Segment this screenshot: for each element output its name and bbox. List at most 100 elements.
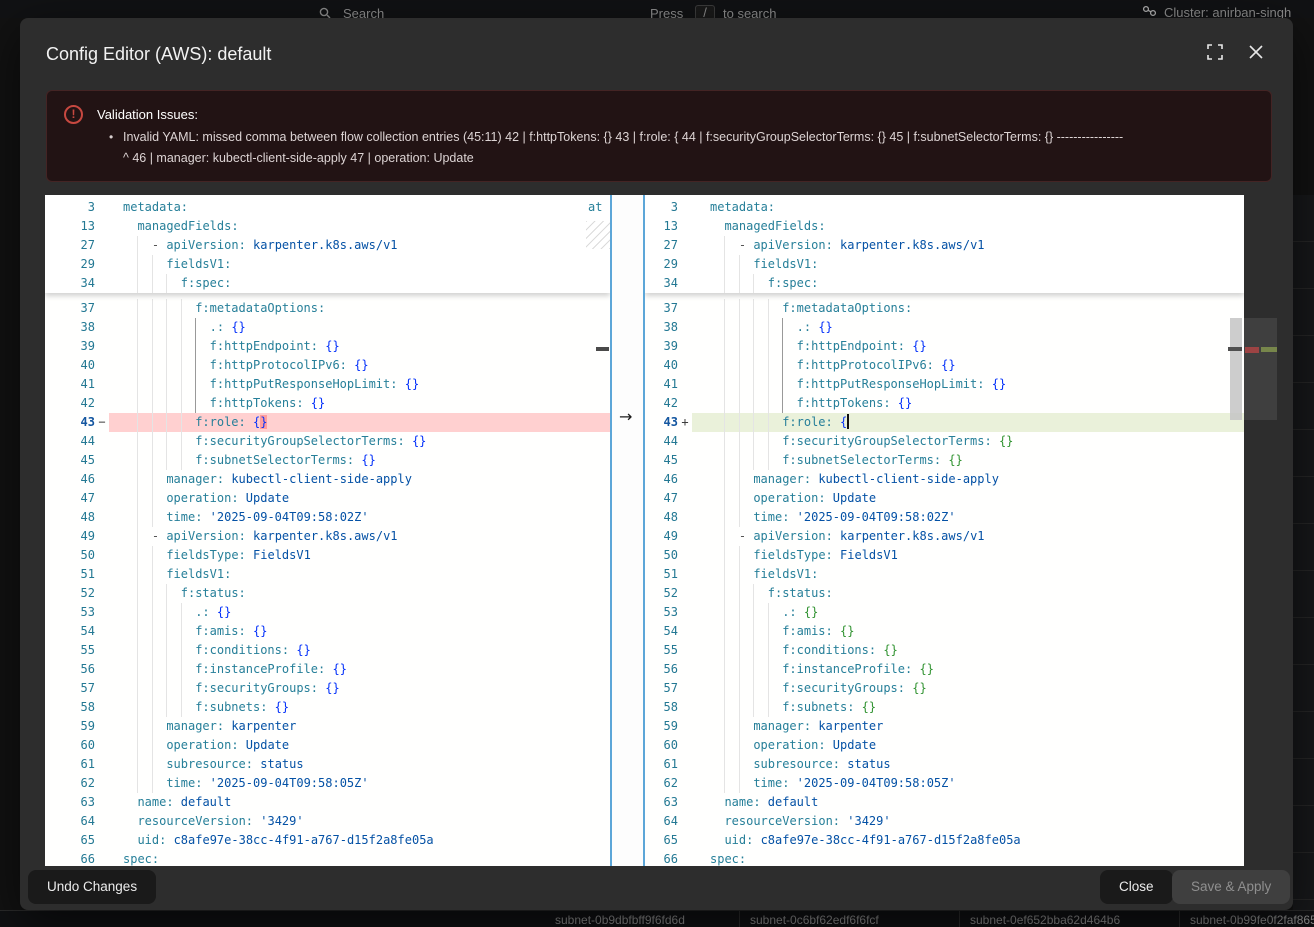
code-line[interactable]: 39 f:httpEndpoint: {} (45, 337, 610, 356)
code-text: f:spec: (109, 274, 610, 293)
code-line[interactable]: 41 f:httpPutResponseHopLimit: {} (645, 375, 1244, 394)
code-lines[interactable]: 37 f:metadataOptions:38 .: {}39 f:httpEn… (45, 299, 610, 866)
sticky-line[interactable]: 27 - apiVersion: karpenter.k8s.aws/v1 (645, 236, 1244, 255)
diff-sign-empty (95, 508, 109, 527)
code-line[interactable]: 47 operation: Update (645, 489, 1244, 508)
code-line[interactable]: 61 subresource: status (645, 755, 1244, 774)
code-line[interactable]: 65 uid: c8afe97e-38cc-4f91-a767-d15f2a8f… (645, 831, 1244, 850)
code-text: time: '2025-09-04T09:58:02Z' (692, 508, 1244, 527)
code-line[interactable]: 62 time: '2025-09-04T09:58:05Z' (645, 774, 1244, 793)
code-line[interactable]: 65 uid: c8afe97e-38cc-4f91-a767-d15f2a8f… (45, 831, 610, 850)
code-line[interactable]: 52 f:status: (45, 584, 610, 603)
code-line[interactable]: 48 time: '2025-09-04T09:58:02Z' (45, 508, 610, 527)
sticky-line[interactable]: 29 fieldsV1: (645, 255, 1244, 274)
diff-gutter: → (610, 195, 645, 866)
code-lines[interactable]: 37 f:metadataOptions:38 .: {}39 f:httpEn… (645, 299, 1244, 866)
code-line[interactable]: 59 manager: karpenter (45, 717, 610, 736)
code-line[interactable]: 41 f:httpPutResponseHopLimit: {} (45, 375, 610, 394)
code-line[interactable]: 40 f:httpProtocolIPv6: {} (45, 356, 610, 375)
code-line[interactable]: 44 f:securityGroupSelectorTerms: {} (645, 432, 1244, 451)
sticky-scroll-header[interactable]: 3metadata:13 managedFields:27 - apiVersi… (645, 195, 1244, 293)
code-line[interactable]: 43− f:role: {} (45, 413, 610, 432)
code-text: f:subnets: {} (109, 698, 610, 717)
sticky-line[interactable]: 13 managedFields: (45, 217, 610, 236)
code-line[interactable]: 52 f:status: (645, 584, 1244, 603)
diff-sign-empty (678, 698, 692, 717)
code-line[interactable]: 49 - apiVersion: karpenter.k8s.aws/v1 (45, 527, 610, 546)
undo-changes-button[interactable]: Undo Changes (28, 870, 156, 904)
sticky-line[interactable]: 13 managedFields: (645, 217, 1244, 236)
line-number: 44 (645, 432, 678, 451)
code-line[interactable]: 57 f:securityGroups: {} (645, 679, 1244, 698)
code-line[interactable]: 37 f:metadataOptions: (645, 299, 1244, 318)
code-line[interactable]: 45 f:subnetSelectorTerms: {} (45, 451, 610, 470)
diff-original-pane[interactable]: 3metadata:13 managedFields:27 - apiVersi… (45, 195, 610, 866)
code-line[interactable]: 51 fieldsV1: (645, 565, 1244, 584)
code-line[interactable]: 64 resourceVersion: '3429' (645, 812, 1244, 831)
code-text: uid: c8afe97e-38cc-4f91-a767-d15f2a8fe05… (109, 831, 610, 850)
code-line[interactable]: 48 time: '2025-09-04T09:58:02Z' (645, 508, 1244, 527)
code-line[interactable]: 37 f:metadataOptions: (45, 299, 610, 318)
search-input[interactable]: Search (343, 6, 384, 18)
code-line[interactable]: 64 resourceVersion: '3429' (45, 812, 610, 831)
code-line[interactable]: 50 fieldsType: FieldsV1 (45, 546, 610, 565)
code-line[interactable]: 66spec: (45, 850, 610, 866)
code-line[interactable]: 53 .: {} (645, 603, 1244, 622)
sticky-line[interactable]: 34 f:spec: (645, 274, 1244, 293)
code-line[interactable]: 49 - apiVersion: karpenter.k8s.aws/v1 (645, 527, 1244, 546)
minimap-slider[interactable] (1244, 318, 1277, 420)
code-line[interactable]: 56 f:instanceProfile: {} (645, 660, 1244, 679)
code-line[interactable]: 66spec: (645, 850, 1244, 866)
code-line[interactable]: 55 f:conditions: {} (45, 641, 610, 660)
code-text: f:subnetSelectorTerms: {} (109, 451, 610, 470)
cluster-selector[interactable]: Cluster: anirban-singh (1164, 5, 1291, 18)
code-line[interactable]: 58 f:subnets: {} (645, 698, 1244, 717)
code-line[interactable]: 51 fieldsV1: (45, 565, 610, 584)
diff-sign-empty (95, 793, 109, 812)
code-line[interactable]: 54 f:amis: {} (645, 622, 1244, 641)
code-line[interactable]: 63 name: default (45, 793, 610, 812)
code-line[interactable]: 46 manager: kubectl-client-side-apply (645, 470, 1244, 489)
line-number: 45 (645, 451, 678, 470)
code-line[interactable]: 39 f:httpEndpoint: {} (645, 337, 1244, 356)
close-button[interactable]: Close (1100, 870, 1173, 904)
code-line[interactable]: 60 operation: Update (45, 736, 610, 755)
code-line[interactable]: 57 f:securityGroups: {} (45, 679, 610, 698)
code-line[interactable]: 44 f:securityGroupSelectorTerms: {} (45, 432, 610, 451)
line-number: 49 (45, 527, 95, 546)
code-line[interactable]: 58 f:subnets: {} (45, 698, 610, 717)
code-line[interactable]: 55 f:conditions: {} (645, 641, 1244, 660)
code-line[interactable]: 56 f:instanceProfile: {} (45, 660, 610, 679)
sticky-line[interactable]: 29 fieldsV1: (45, 255, 610, 274)
vertical-scrollbar-thumb[interactable] (1230, 318, 1242, 420)
revert-change-arrow-icon[interactable]: → (619, 407, 632, 426)
code-line[interactable]: 59 manager: karpenter (645, 717, 1244, 736)
code-line[interactable]: 45 f:subnetSelectorTerms: {} (645, 451, 1244, 470)
code-line[interactable]: 62 time: '2025-09-04T09:58:05Z' (45, 774, 610, 793)
sticky-line[interactable]: 27 - apiVersion: karpenter.k8s.aws/v1 (45, 236, 610, 255)
code-line[interactable]: 42 f:httpTokens: {} (645, 394, 1244, 413)
fullscreen-icon[interactable] (1206, 43, 1226, 63)
code-line[interactable]: 63 name: default (645, 793, 1244, 812)
code-line[interactable]: 42 f:httpTokens: {} (45, 394, 610, 413)
sticky-line[interactable]: 34 f:spec: (45, 274, 610, 293)
code-line[interactable]: 53 .: {} (45, 603, 610, 622)
code-line[interactable]: 54 f:amis: {} (45, 622, 610, 641)
save-apply-button[interactable]: Save & Apply (1172, 870, 1290, 904)
close-icon[interactable] (1247, 43, 1267, 63)
sticky-line[interactable]: 3metadata: (45, 198, 610, 217)
sticky-line[interactable]: 3metadata: (645, 198, 1244, 217)
code-line[interactable]: 38 .: {} (645, 318, 1244, 337)
code-line[interactable]: 60 operation: Update (645, 736, 1244, 755)
code-line[interactable]: 43+ f:role: { (645, 413, 1244, 432)
code-line[interactable]: 50 fieldsType: FieldsV1 (645, 546, 1244, 565)
code-line[interactable]: 40 f:httpProtocolIPv6: {} (645, 356, 1244, 375)
code-line[interactable]: 38 .: {} (45, 318, 610, 337)
sticky-scroll-header[interactable]: 3metadata:13 managedFields:27 - apiVersi… (45, 195, 610, 293)
code-line[interactable]: 61 subresource: status (45, 755, 610, 774)
code-text: fieldsV1: (692, 565, 1244, 584)
code-line[interactable]: 47 operation: Update (45, 489, 610, 508)
line-number: 46 (645, 470, 678, 489)
code-line[interactable]: 46 manager: kubectl-client-side-apply (45, 470, 610, 489)
diff-modified-pane[interactable]: 3metadata:13 managedFields:27 - apiVersi… (645, 195, 1244, 866)
